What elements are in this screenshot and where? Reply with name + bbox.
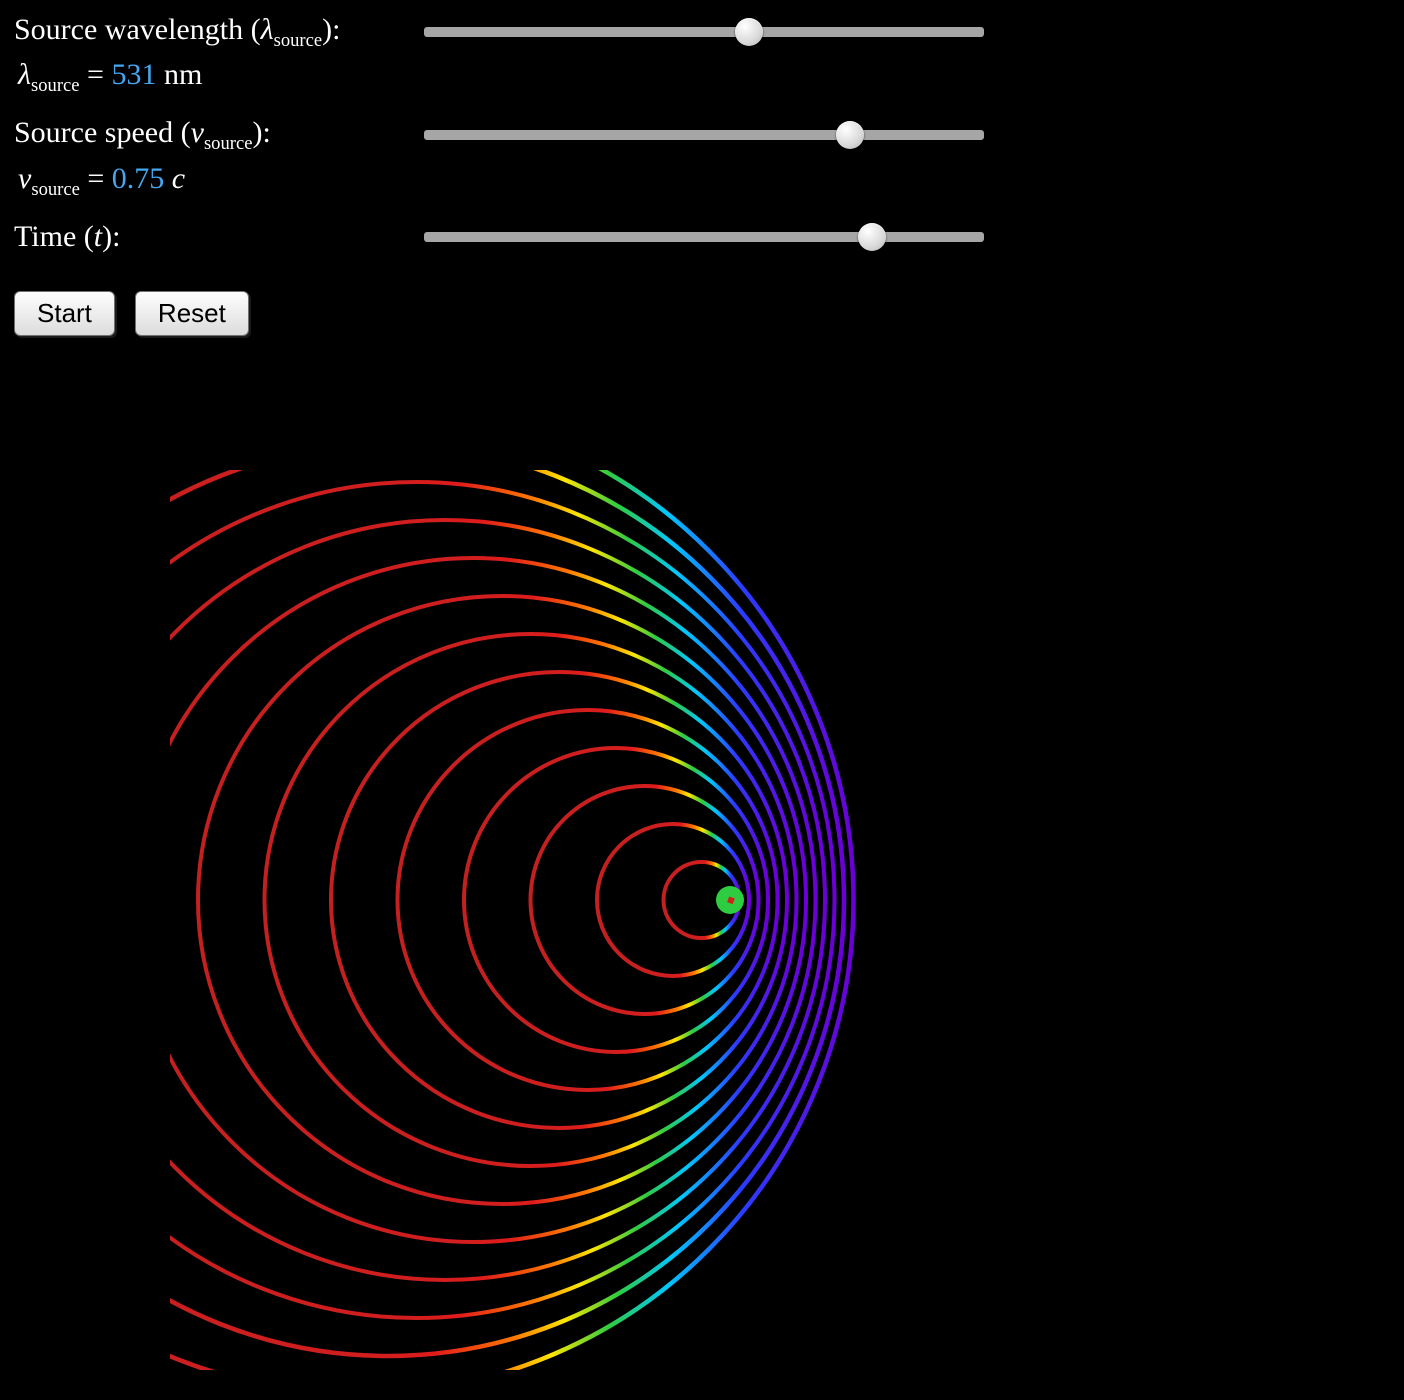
- time-label: Time (t):: [14, 219, 424, 255]
- time-slider-thumb[interactable]: [858, 223, 886, 251]
- wavelength-label: Source wavelength (λsource):: [14, 12, 424, 52]
- wavelength-readout: λsource = 531 nm: [18, 58, 1390, 97]
- wavelength-slider[interactable]: [424, 27, 984, 37]
- wavelength-slider-thumb[interactable]: [735, 18, 763, 46]
- doppler-diagram: [0, 440, 1404, 1400]
- speed-slider[interactable]: [424, 130, 984, 140]
- speed-label: Source speed (vsource):: [14, 115, 424, 155]
- time-slider[interactable]: [424, 232, 984, 242]
- start-button[interactable]: Start: [14, 291, 115, 336]
- reset-button[interactable]: Reset: [135, 291, 249, 336]
- speed-slider-thumb[interactable]: [836, 121, 864, 149]
- speed-readout: vsource = 0.75 c: [18, 162, 1390, 201]
